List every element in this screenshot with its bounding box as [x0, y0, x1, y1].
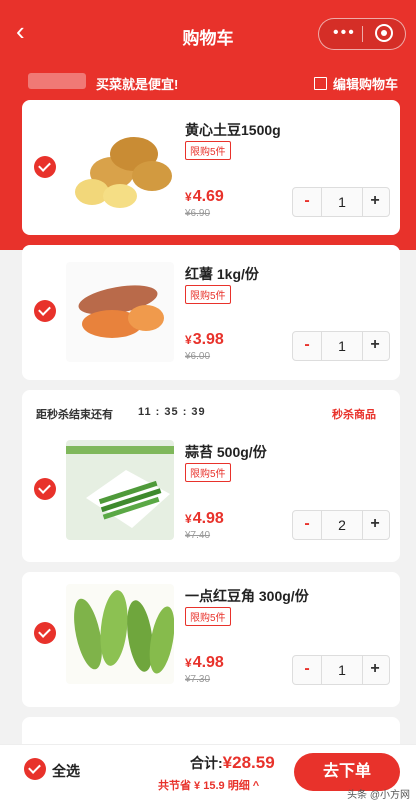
more-dots-icon[interactable]: ••• — [333, 24, 356, 42]
watermark: 头条 @小方网 — [347, 790, 410, 801]
green-bean-image — [66, 584, 174, 684]
savings-detail[interactable]: 共节省 ¥ 15.9 明细 ^ — [158, 777, 259, 793]
capsule-divider — [362, 26, 363, 42]
quantity-stepper: - 2 + — [292, 510, 390, 540]
quantity-value[interactable]: 1 — [321, 188, 363, 216]
total-label: 合计: — [190, 755, 223, 771]
price-value: 4.98 — [192, 654, 224, 671]
quantity-stepper: - 1 + — [292, 331, 390, 361]
limit-tag: 限购5件 — [185, 463, 231, 482]
currency-symbol: ¥ — [185, 656, 192, 670]
quantity-value[interactable]: 1 — [321, 332, 363, 360]
limit-tag: 限购5件 — [185, 285, 231, 304]
store-name-blurred — [28, 73, 86, 89]
flash-sale-link[interactable]: 秒杀商品 — [332, 406, 376, 422]
edit-icon — [313, 77, 327, 90]
quantity-stepper: - 1 + — [292, 655, 390, 685]
item-checkbox[interactable] — [34, 622, 56, 644]
increase-button[interactable]: + — [361, 511, 389, 539]
price: ¥4.98 — [185, 510, 224, 528]
original-price: ¥7.30 — [185, 674, 211, 685]
top-bar: ‹ 购物车 ••• — [0, 0, 416, 64]
garlic-sprout-image — [66, 440, 174, 540]
product-name: 蒜苔 500g/份 — [185, 444, 267, 460]
promo-slogan: 买菜就是便宜! — [96, 77, 179, 92]
product-name: 一点红豆角 300g/份 — [185, 588, 309, 604]
decrease-button[interactable]: - — [293, 511, 321, 539]
original-price: ¥6.90 — [185, 208, 211, 219]
decrease-button[interactable]: - — [293, 656, 321, 684]
original-price: ¥6.00 — [185, 351, 211, 362]
product-name: 黄心土豆1500g — [185, 122, 281, 138]
limit-tag: 限购5件 — [185, 141, 231, 160]
price: ¥3.98 — [185, 331, 224, 349]
limit-tag: 限购5件 — [185, 607, 231, 626]
item-checkbox[interactable] — [34, 300, 56, 322]
price: ¥4.69 — [185, 188, 224, 206]
currency-symbol: ¥ — [222, 753, 233, 772]
product-name: 红薯 1kg/份 — [185, 266, 259, 282]
currency-symbol: ¥ — [185, 512, 192, 526]
currency-symbol: ¥ — [185, 333, 192, 347]
select-all-checkbox[interactable] — [24, 758, 46, 780]
flash-sale-label: 距秒杀结束还有 — [36, 409, 113, 421]
price-value: 4.98 — [192, 510, 224, 527]
price-value: 3.98 — [192, 331, 224, 348]
promo-bar: 买菜就是便宜! 编辑购物车 — [0, 66, 416, 98]
currency-symbol: ¥ — [185, 190, 192, 204]
target-icon[interactable] — [375, 24, 393, 42]
total-amount: ¥28.59 — [223, 753, 275, 772]
total-value: 28.59 — [232, 753, 275, 772]
item-checkbox[interactable] — [34, 478, 56, 500]
sweet-potato-image — [66, 262, 174, 362]
item-checkbox[interactable] — [34, 156, 56, 178]
edit-cart-button[interactable]: 编辑购物车 — [313, 74, 398, 93]
decrease-button[interactable]: - — [293, 188, 321, 216]
select-all-label[interactable]: 全选 — [52, 761, 80, 781]
price-value: 4.69 — [192, 188, 224, 205]
potato-image — [66, 118, 174, 218]
increase-button[interactable]: + — [361, 188, 389, 216]
price: ¥4.98 — [185, 654, 224, 672]
decrease-button[interactable]: - — [293, 332, 321, 360]
edit-cart-label: 编辑购物车 — [332, 77, 398, 92]
total-price: 合计:¥28.59 — [190, 753, 275, 773]
mini-program-capsule: ••• — [318, 18, 406, 50]
quantity-value[interactable]: 2 — [321, 511, 363, 539]
quantity-stepper: - 1 + — [292, 187, 390, 217]
increase-button[interactable]: + — [361, 656, 389, 684]
flash-sale-timer: 11 : 35 : 39 — [138, 406, 206, 418]
original-price: ¥7.40 — [185, 530, 211, 541]
increase-button[interactable]: + — [361, 332, 389, 360]
quantity-value[interactable]: 1 — [321, 656, 363, 684]
